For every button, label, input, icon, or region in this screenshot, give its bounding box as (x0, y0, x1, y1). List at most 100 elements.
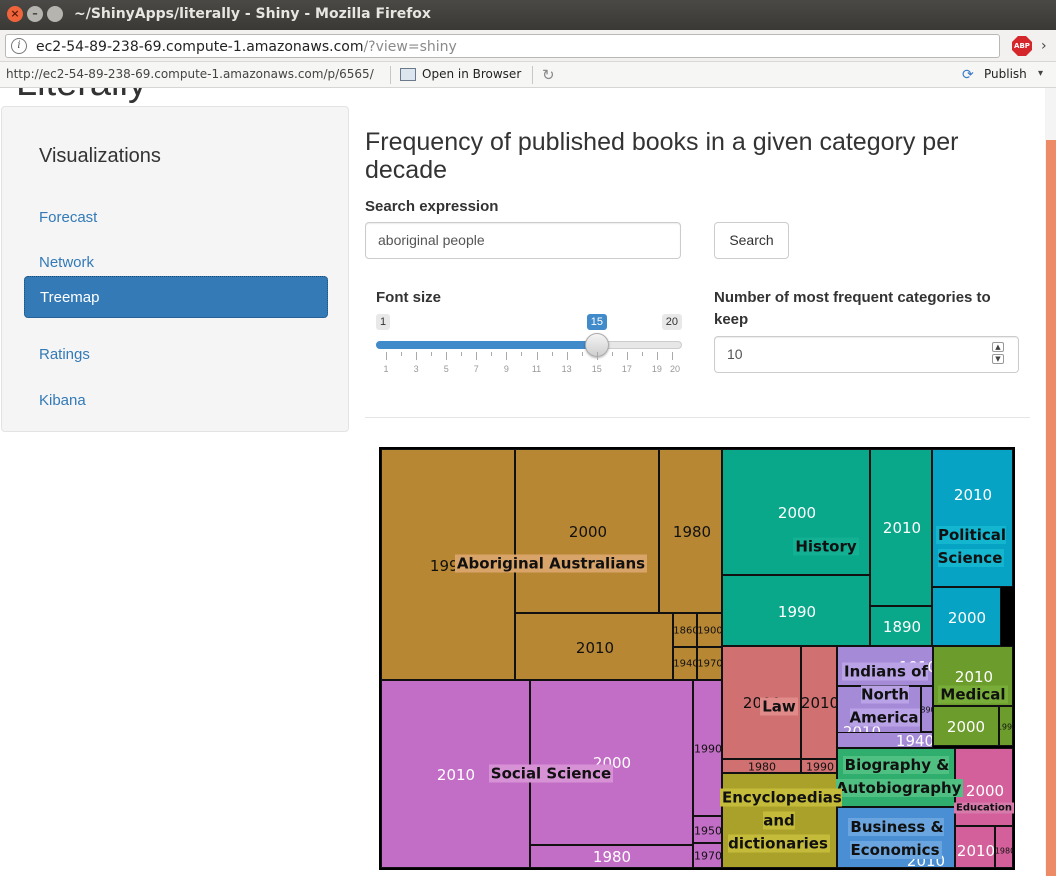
treemap-tile: 1970 (697, 647, 722, 680)
treemap-tile-label: 1940 (673, 658, 697, 670)
page-title: Frequency of published books in a given … (365, 128, 959, 184)
slider-tick (596, 352, 598, 360)
treemap-group-label: Social Science (401, 763, 701, 786)
divider (365, 417, 1030, 418)
treemap-group-name: Biography & Autobiography (836, 756, 964, 797)
treemap-tile-label: 1990 (1000, 722, 1013, 732)
slider-tick (611, 352, 613, 356)
treemap-tile-label: 1860 (673, 625, 697, 637)
slider-tick-label: 9 (503, 364, 509, 374)
spin-up-icon[interactable]: ▲ (992, 342, 1004, 352)
slider-tick (656, 352, 658, 360)
slider-tick-label: 15 (591, 364, 602, 374)
treemap-tile: 1980 (722, 759, 801, 773)
treemap-group-label: Aboriginal Australians (401, 553, 701, 576)
treemap-tile-label: 2010 (882, 519, 922, 537)
slider-tick (566, 352, 568, 360)
app-title: Literally (16, 88, 147, 105)
slider-tick-label: 11 (531, 364, 542, 374)
treemap-tile-label: 1890 (882, 618, 922, 636)
treemap: 1990 2000 1980 2010 1860 1900 1940 1970 2000 2010… (379, 447, 1015, 870)
treemap-tile: 2010 (955, 826, 995, 868)
treemap-group-label: Education (954, 802, 1014, 815)
slider-tick (401, 352, 403, 356)
treemap-tile-label: 1990 (777, 603, 817, 621)
treemap-group-label: Business & Economics (836, 816, 956, 862)
categories-label: Number of most frequent categories to ke… (714, 289, 991, 328)
slider-tick (386, 352, 387, 360)
refresh-icon[interactable]: ↻ (542, 66, 555, 84)
treemap-tile-label: 2000 (965, 782, 1005, 800)
treemap-tile-label: 2010 (956, 842, 995, 860)
treemap-group-name: Encyclopedias and dictionaries (720, 788, 842, 853)
treemap-tile-label: 2010 (575, 639, 615, 657)
treemap-tile: 2000 (932, 587, 1001, 646)
treemap-group-label: Medical (933, 684, 1013, 707)
treemap-tile: 1990 (801, 759, 837, 773)
slider-tick (476, 352, 478, 360)
window-close-button[interactable]: × (7, 6, 23, 22)
treemap-tile-label: 2000 (568, 523, 608, 541)
sidebar-item-label: Kibana (39, 392, 86, 409)
treemap-tile: 1990 (999, 706, 1013, 746)
treemap-group-name: Medical (938, 685, 1008, 704)
sidebar-heading: Visualizations (39, 145, 161, 167)
search-input[interactable]: aboriginal people (365, 222, 681, 259)
open-in-browser-button[interactable]: Open in Browser (422, 67, 521, 81)
treemap-tile: 1990 (722, 575, 870, 646)
treemap-tile-label: 1980 (995, 846, 1012, 856)
font-size-slider[interactable]: 1 20 15 1 3 5 7 9 11 13 15 17 19 20 (376, 314, 682, 380)
treemap-tile: 2000 (933, 706, 999, 746)
treemap-tile-label: 1980 (672, 523, 712, 541)
treemap-tile: 1980 (530, 845, 693, 868)
sidebar-item-label: Forecast (39, 209, 98, 226)
treemap-tile-label: 1970 (697, 658, 722, 670)
categories-number-input[interactable]: 10 (714, 336, 1019, 373)
font-size-label: Font size (376, 289, 442, 306)
info-icon[interactable]: i (11, 38, 27, 54)
publish-button[interactable]: Publish (984, 67, 1027, 81)
sidebar-item-forecast[interactable]: Forecast (24, 197, 328, 239)
slider-tick-label: 1 (383, 364, 389, 374)
treemap-tile-label: 1990 (694, 742, 722, 756)
slider-tick-label: 13 (561, 364, 572, 374)
url-bar[interactable]: i ec2-54-89-238-69.compute-1.amazonaws.c… (5, 34, 1000, 58)
window-maximize-button[interactable] (47, 6, 63, 22)
slider-tick (431, 352, 433, 356)
treemap-tile: 1980 (995, 826, 1013, 868)
slider-tick (461, 352, 463, 356)
treemap-tile-label: 1980 (748, 760, 776, 773)
window-title: ~/ShinyApps/literally - Shiny - Mozilla … (74, 6, 431, 22)
spin-down-icon[interactable]: ▼ (992, 354, 1004, 364)
treemap-group-label: Political Science (933, 524, 1009, 570)
sidebar-item-label: Network (39, 254, 95, 271)
scrollbar-thumb[interactable] (1046, 140, 1056, 876)
sidebar-item-label: Treemap (40, 289, 100, 306)
url-path: /?view=shiny (363, 39, 457, 55)
treemap-tile: 1970 (693, 843, 722, 868)
open-in-browser-icon[interactable] (400, 68, 416, 81)
slider-tick-label: 19 (651, 364, 662, 374)
slider-tick (641, 352, 643, 356)
sidebar-item-kibana[interactable]: Kibana (24, 380, 328, 422)
slider-min-label: 1 (376, 314, 391, 330)
treemap-tile: 2010 (870, 449, 932, 606)
treemap-group-name: Indians of North America (842, 662, 928, 727)
treemap-tile: 1940 (837, 732, 933, 748)
adblock-icon[interactable]: ABP (1012, 36, 1032, 56)
treemap-group-name: Education (954, 802, 1014, 814)
browser-navbar: i ec2-54-89-238-69.compute-1.amazonaws.c… (0, 30, 1056, 62)
publish-dropdown-icon[interactable]: ▾ (1038, 68, 1043, 79)
slider-fill (376, 341, 597, 349)
more-icon[interactable]: › (1041, 38, 1047, 54)
slider-max-label: 20 (661, 314, 682, 330)
sidebar-item-ratings[interactable]: Ratings (24, 334, 328, 376)
url-text[interactable]: ec2-54-89-238-69.compute-1.amazonaws.com… (36, 39, 457, 55)
window-minimize-button[interactable]: – (27, 6, 43, 22)
slider-tick-label: 3 (413, 364, 419, 374)
treemap-tile-label: 1950 (694, 824, 722, 838)
publish-icon[interactable]: ⟳ (962, 68, 974, 82)
slider-tick-label: 7 (473, 364, 479, 374)
sidebar-item-treemap[interactable]: Treemap (24, 276, 328, 318)
search-button[interactable]: Search (714, 222, 789, 259)
